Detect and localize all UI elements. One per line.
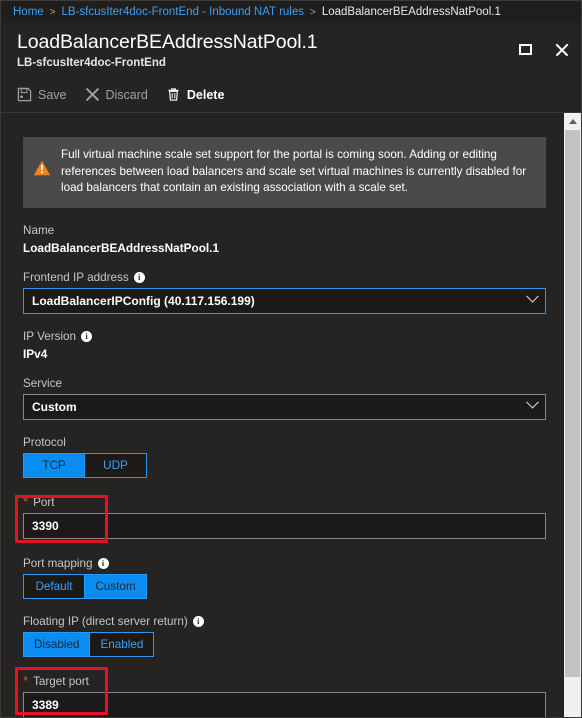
breadcrumb-separator: > — [310, 6, 316, 18]
port-mapping-option-default[interactable]: Default — [23, 573, 85, 599]
trash-icon — [166, 87, 181, 102]
port-mapping-label: Port mapping i — [23, 557, 546, 570]
breadcrumb-home-link[interactable]: Home — [13, 6, 44, 18]
frontend-ip-label-text: Frontend IP address — [23, 270, 129, 284]
scrollbar-thumb[interactable] — [565, 130, 580, 677]
info-icon[interactable]: i — [97, 557, 109, 569]
field-floating-ip: Floating IP (direct server return) i Dis… — [23, 615, 546, 657]
protocol-label: Protocol — [23, 435, 66, 449]
breadcrumb: Home > LB-sfcusIter4doc-FrontEnd - Inbou… — [1, 1, 581, 23]
vertical-scrollbar[interactable] — [564, 113, 581, 717]
ip-version-value: IPv4 — [23, 346, 48, 361]
name-value: LoadBalancerBEAddressNatPool.1 — [23, 240, 220, 255]
service-value: Custom — [32, 399, 77, 414]
page-title: LoadBalancerBEAddressNatPool.1 — [17, 31, 318, 53]
nat-rule-form: Name LoadBalancerBEAddressNatPool.1 Fron… — [1, 224, 564, 717]
restore-window-button[interactable] — [515, 39, 535, 59]
target-port-input[interactable]: 3389 — [23, 691, 546, 717]
service-select[interactable]: Custom — [23, 393, 546, 420]
frontend-ip-label: Frontend IP address i — [23, 271, 546, 284]
chevron-down-icon — [526, 395, 539, 409]
restore-window-icon — [518, 43, 532, 55]
warning-banner: Full virtual machine scale set support f… — [23, 137, 546, 208]
field-protocol: Protocol TCP UDP — [23, 436, 546, 478]
save-label: Save — [38, 87, 67, 102]
frontend-ip-value: LoadBalancerIPConfig (40.117.156.199) — [32, 293, 255, 308]
field-target-port: * Target port 3389 — [23, 673, 546, 717]
field-port: * Port 3390 — [23, 494, 546, 539]
discard-button[interactable]: Discard — [85, 87, 148, 102]
blade-content: Full virtual machine scale set support f… — [1, 113, 564, 717]
protocol-option-tcp[interactable]: TCP — [23, 452, 85, 478]
azure-portal-blade: Home > LB-sfcusIter4doc-FrontEnd - Inbou… — [0, 0, 582, 718]
required-marker: * — [23, 494, 29, 509]
command-bar: Save Discard Delete — [1, 81, 581, 113]
port-label-text: Port — [33, 495, 55, 509]
scroll-up-arrow-icon[interactable] — [564, 113, 581, 130]
floating-ip-label-text: Floating IP (direct server return) — [23, 614, 188, 628]
target-port-label: * Target port — [23, 673, 546, 688]
breadcrumb-separator: > — [49, 6, 56, 18]
field-port-mapping: Port mapping i Default Custom — [23, 557, 546, 599]
field-ip-version: IP Version i IPv4 — [23, 330, 546, 361]
warning-triangle-icon — [33, 147, 51, 197]
field-service: Service Custom — [23, 377, 546, 420]
protocol-toggle-group: TCP UDP — [23, 452, 147, 478]
port-mapping-label-text: Port mapping — [23, 556, 93, 570]
info-icon[interactable]: i — [133, 271, 145, 283]
name-label: Name — [23, 223, 55, 237]
window-controls — [515, 39, 571, 59]
floating-ip-toggle-group: Disabled Enabled — [23, 631, 155, 657]
ip-version-label-text: IP Version — [23, 329, 77, 343]
delete-label: Delete — [186, 87, 225, 102]
floating-ip-option-enabled[interactable]: Enabled — [90, 631, 155, 657]
delete-button[interactable]: Delete — [166, 87, 225, 102]
save-disk-icon — [17, 87, 32, 102]
page-subtitle: LB-sfcusIter4doc-FrontEnd — [17, 57, 166, 69]
field-frontend-ip: Frontend IP address i LoadBalancerIPConf… — [23, 271, 546, 314]
floating-ip-option-disabled[interactable]: Disabled — [23, 631, 91, 657]
protocol-option-udp[interactable]: UDP — [85, 452, 147, 478]
save-button[interactable]: Save — [17, 87, 67, 102]
warning-banner-text: Full virtual machine scale set support f… — [61, 148, 527, 194]
floating-ip-label: Floating IP (direct server return) i — [23, 615, 546, 628]
close-blade-button[interactable] — [551, 39, 571, 59]
blade-header: LoadBalancerBEAddressNatPool.1 LB-sfcusI… — [1, 23, 581, 81]
scrollbar-track[interactable] — [564, 130, 581, 717]
service-label: Service — [23, 376, 62, 390]
breadcrumb-current: LoadBalancerBEAddressNatPool.1 — [321, 6, 501, 18]
discard-x-icon — [85, 87, 100, 102]
close-icon — [554, 42, 569, 57]
port-value: 3390 — [32, 518, 59, 533]
info-icon[interactable]: i — [192, 615, 204, 627]
info-icon[interactable]: i — [81, 330, 93, 342]
field-name: Name LoadBalancerBEAddressNatPool.1 — [23, 224, 546, 255]
discard-label: Discard — [105, 87, 148, 102]
port-mapping-option-custom[interactable]: Custom — [85, 573, 147, 599]
chevron-down-icon — [526, 289, 539, 303]
port-mapping-toggle-group: Default Custom — [23, 573, 147, 599]
required-marker: * — [23, 673, 29, 688]
target-port-label-text: Target port — [33, 674, 89, 688]
ip-version-label: IP Version i — [23, 330, 546, 343]
breadcrumb-parent-link[interactable]: LB-sfcusIter4doc-FrontEnd - Inbound NAT … — [62, 6, 304, 18]
target-port-value: 3389 — [32, 697, 59, 712]
blade-content-area: Full virtual machine scale set support f… — [1, 113, 581, 717]
port-label: * Port — [23, 494, 546, 509]
port-input[interactable]: 3390 — [23, 512, 546, 539]
frontend-ip-select[interactable]: LoadBalancerIPConfig (40.117.156.199) — [23, 287, 546, 314]
